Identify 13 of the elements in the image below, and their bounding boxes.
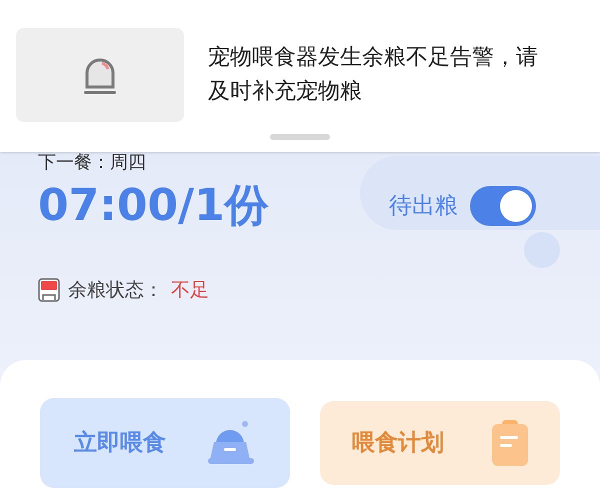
next-meal-time: 07:00/1份: [38, 179, 269, 233]
notification-banner[interactable]: 宠物喂食器发生余粮不足告警，请及时补充宠物粮: [0, 0, 600, 152]
feeding-plan-button[interactable]: 喂食计划: [320, 401, 560, 485]
drag-handle[interactable]: [270, 134, 330, 140]
food-container-icon: [38, 278, 60, 302]
food-status-value: 不足: [171, 278, 209, 303]
next-meal-label: 下一餐：周四: [38, 152, 147, 174]
clipboard-icon: [492, 420, 528, 466]
toggle-label: 待出粮: [389, 192, 458, 221]
notification-message: 宠物喂食器发生余粮不足告警，请及时补充宠物粮: [208, 44, 539, 106]
food-status-label: 余粮状态：: [68, 278, 163, 303]
feed-now-button[interactable]: 立即喂食: [40, 398, 290, 488]
food-bowl-icon: [206, 420, 256, 466]
